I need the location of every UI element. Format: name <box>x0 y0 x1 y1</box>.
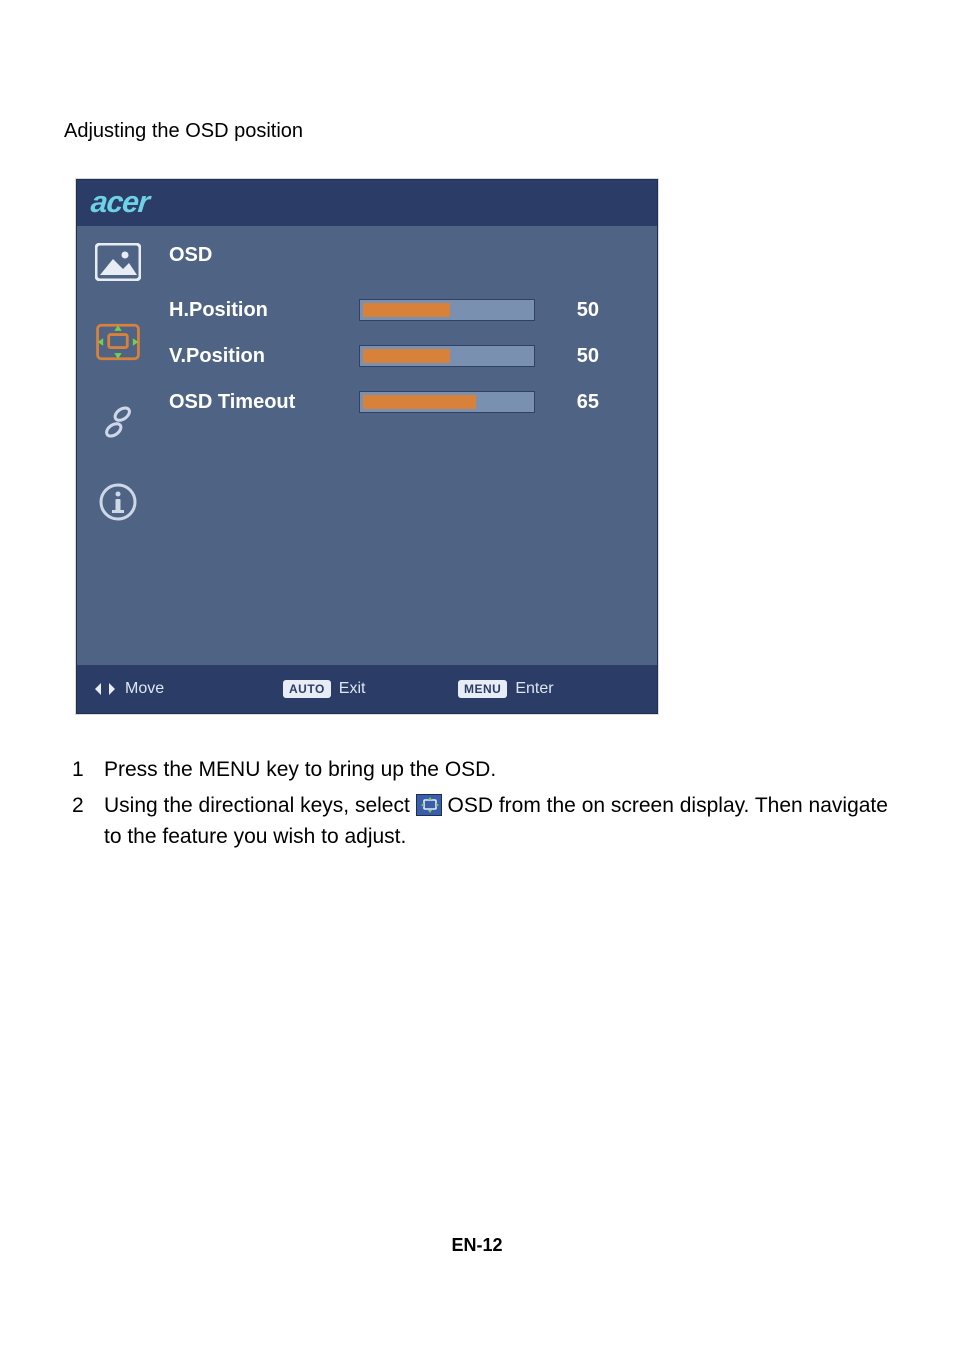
osd-row-hposition: H.Position 50 <box>169 287 639 333</box>
auto-badge: AUTO <box>283 680 331 698</box>
osd-row-timeout: OSD Timeout 65 <box>169 379 639 425</box>
osd-slider <box>359 299 535 321</box>
osd-position-icon <box>92 316 144 368</box>
osd-heading: OSD <box>169 244 639 267</box>
instruction-number: 1 <box>72 754 86 786</box>
osd-value: 65 <box>535 391 605 414</box>
osd-screenshot: acer <box>76 179 658 714</box>
info-icon <box>92 476 144 528</box>
acer-logo: acer <box>89 186 150 220</box>
osd-footer: Move AUTO Exit MENU Enter <box>77 665 657 713</box>
osd-slider <box>359 345 535 367</box>
instruction-text: Press the MENU key to bring up the OSD. <box>104 754 890 786</box>
osd-row-vposition: V.Position 50 <box>169 333 639 379</box>
footer-enter-label: Enter <box>515 680 553 698</box>
osd-label: V.Position <box>169 345 359 368</box>
page-number: EN-12 <box>0 1235 954 1256</box>
section-title: Adjusting the OSD position <box>64 120 890 143</box>
instructions-list: 1 Press the MENU key to bring up the OSD… <box>72 754 890 853</box>
instruction-text: Using the directional keys, select OSD f… <box>104 790 890 853</box>
osd-sidebar <box>77 226 159 665</box>
osd-slider <box>359 391 535 413</box>
osd-value: 50 <box>535 345 605 368</box>
instruction-number: 2 <box>72 790 86 853</box>
picture-icon <box>92 236 144 288</box>
osd-label: H.Position <box>169 299 359 322</box>
osd-label: OSD Timeout <box>169 391 359 414</box>
menu-badge: MENU <box>458 680 507 698</box>
osd-main-panel: OSD H.Position 50 V.Position 50 <box>159 226 657 665</box>
osd-slider-fill <box>363 303 450 317</box>
footer-move-label: Move <box>125 680 164 698</box>
footer-exit-label: Exit <box>339 680 366 698</box>
instruction-item: 1 Press the MENU key to bring up the OSD… <box>72 754 890 786</box>
osd-header: acer <box>77 180 657 226</box>
instruction-item: 2 Using the directional keys, select OSD… <box>72 790 890 853</box>
osd-position-inline-icon <box>416 794 442 816</box>
osd-slider-fill <box>363 349 450 363</box>
settings-chain-icon <box>92 396 144 448</box>
osd-slider-fill <box>363 395 476 409</box>
move-arrows-icon <box>93 681 117 697</box>
osd-value: 50 <box>535 299 605 322</box>
